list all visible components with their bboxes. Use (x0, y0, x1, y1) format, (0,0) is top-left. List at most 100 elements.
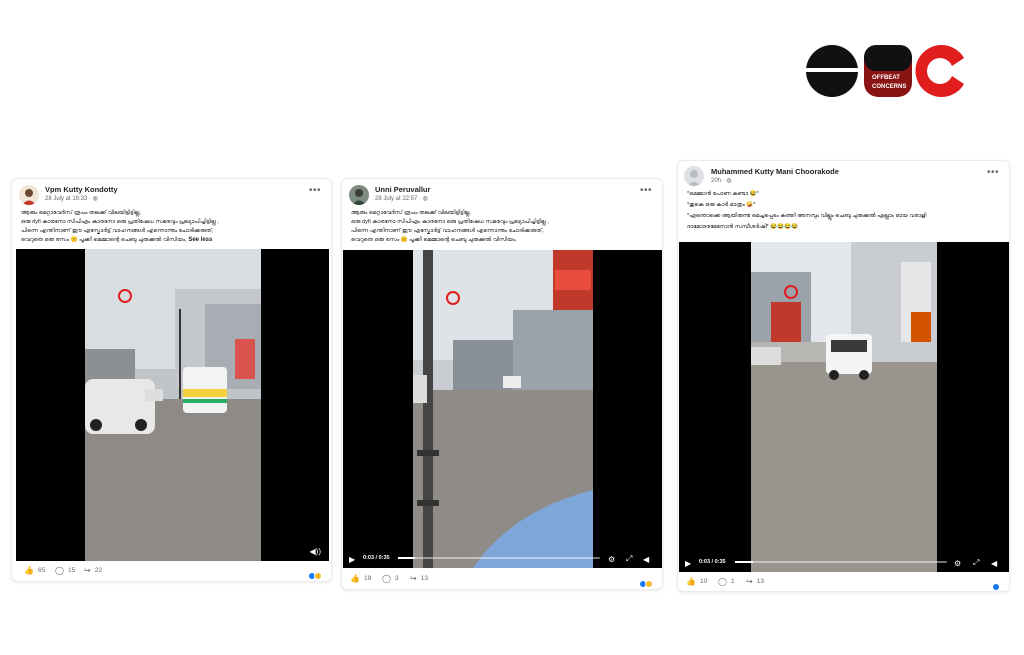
video-frame (85, 249, 261, 561)
video-progress-bar[interactable] (398, 557, 600, 559)
video-progress-bar[interactable] (735, 561, 947, 563)
comment-count: 1 (730, 578, 735, 585)
like-reaction-icon (992, 583, 1000, 591)
comment-icon: ◯ (382, 574, 391, 583)
fullscreen-icon[interactable]: ⤢ (973, 558, 979, 568)
caption-line: *തുകെ ഒരു കാർ മാത്രം 🤪* (687, 202, 756, 208)
volume-icon[interactable]: ◀ (643, 555, 649, 564)
caption-line: ഒരു dyfi കാരനോ സിപിഎം കാരനോ ഒരു പ്രതിഷേധ… (351, 219, 549, 225)
volume-icon[interactable]: ◀ (991, 559, 997, 568)
reactions[interactable] (992, 578, 1000, 591)
post-timestamp[interactable]: 20h · ◍ (711, 177, 732, 184)
fullscreen-icon[interactable]: ⤢ (626, 554, 632, 564)
post-header: Vpm Kutty Kondotty 28 July at 16:33 · ◍ … (12, 179, 331, 213)
comment-button[interactable]: ◯ 15 (55, 566, 75, 575)
caption-line: ആരും മെറ്റാവേർസ് രൂപം തലക്ക് വിലയിട്ടിട്… (351, 210, 471, 216)
video-progress-fill (735, 561, 754, 563)
like-icon: 👍 (686, 577, 696, 586)
post-caption: ആരും മെറ്റാവേർസ് രൂപം തലക്ക് വിലയിട്ടിട്… (21, 209, 323, 245)
see-less-link[interactable]: See less (188, 237, 212, 243)
logo-text-1: OFFBEAT (872, 75, 900, 81)
facebook-post-2: Unni Peruvallur 28 July at 22:57 · ◍ •••… (341, 178, 663, 590)
post-caption: *മെമ്മാൻ പോണ കണ്ടാ 😂* *തുകെ ഒരു കാർ മാത്… (687, 189, 1001, 233)
post-timestamp[interactable]: 28 July at 16:33 · ◍ (45, 195, 98, 202)
video-player[interactable]: ◀)) (16, 249, 329, 561)
share-button[interactable]: ↪ 13 (410, 574, 428, 583)
like-count: 19 (363, 575, 372, 582)
globe-icon: ◍ (92, 196, 98, 202)
comment-icon: ◯ (55, 566, 64, 575)
settings-icon[interactable]: ⚙ (954, 559, 961, 568)
share-icon: ↪ (84, 566, 91, 575)
volume-icon[interactable]: ◀)) (310, 547, 321, 556)
like-icon: 👍 (350, 574, 360, 583)
offbeat-concerns-logo: OFFBEAT CONCERNS (806, 44, 966, 98)
settings-icon[interactable]: ⚙ (608, 555, 615, 564)
timestamp-text: 28 July at 22:57 · (375, 196, 423, 202)
globe-icon: ◍ (422, 196, 428, 202)
caption-line: *മെമ്മാൻ പോണ കണ്ടാ 😂* (687, 191, 759, 197)
caption-text: വെറുതെ ഒരു രസം 🤫 പൂക്കി മെമ്മാന്റെ ചെബു … (21, 237, 187, 243)
share-icon: ↪ (746, 577, 753, 586)
post-header: Unni Peruvallur 28 July at 22:57 · ◍ ••• (342, 179, 662, 213)
video-frame (751, 242, 937, 572)
comment-count: 15 (67, 567, 76, 574)
more-options-icon[interactable]: ••• (309, 185, 321, 196)
video-player[interactable]: ▶ 0:03 / 0:35 ⚙ ⤢ ◀ (679, 242, 1009, 572)
caption-line: ആരും മെറ്റാവേർസ് രൂപം തലക്ക് വിലയിട്ടിട്… (21, 210, 141, 216)
share-button[interactable]: ↪ 22 (84, 566, 102, 575)
play-icon[interactable]: ▶ (349, 555, 355, 564)
post-timestamp[interactable]: 28 July at 22:57 · ◍ (375, 195, 428, 202)
more-options-icon[interactable]: ••• (987, 167, 999, 178)
share-count: 22 (94, 567, 102, 574)
reactions[interactable] (308, 567, 322, 581)
avatar[interactable] (684, 166, 704, 186)
like-button[interactable]: 👍 10 (686, 577, 707, 586)
comment-button[interactable]: ◯ 1 (718, 577, 735, 586)
haha-reaction-icon (314, 572, 322, 580)
post-footer: 👍 10 ◯ 1 ↪ 13 (678, 574, 1009, 591)
video-player[interactable]: ▶ 0:03 / 0:35 ⚙ ⤢ ◀ (343, 250, 662, 568)
reactions[interactable] (639, 575, 653, 589)
caption-line: പിന്നെ എന്തിനാണ് ഈ എസ്കോർട്ട് വാഹനങ്ങൾ എ… (21, 228, 214, 234)
post-footer: 👍 19 ◯ 3 ↪ 13 (342, 571, 662, 589)
caption-line: ദാമോദരമേനോൻ സമ്പീശർഷി* 😂😂😂😂 (687, 224, 799, 230)
share-button[interactable]: ↪ 13 (746, 577, 764, 586)
globe-icon: ◍ (726, 178, 732, 184)
caption-line: വെറുതെ ഒരു രസം 🤫 പൂക്കി മെമ്മാന്റെ ചെബു … (21, 236, 323, 245)
avatar[interactable] (349, 185, 369, 205)
like-count: 65 (37, 567, 46, 574)
timestamp-text: 28 July at 16:33 · (45, 196, 93, 202)
post-caption: ആരും മെറ്റാവേർസ് രൂപം തലക്ക് വിലയിട്ടിട്… (351, 209, 654, 245)
comment-count: 3 (394, 575, 399, 582)
like-button[interactable]: 👍 65 (24, 566, 45, 575)
video-progress-fill (398, 557, 416, 559)
caption-line: ഒരു dyfi കാരനോ സിപിഎം കാരനോ ഒരു പ്രതിഷേധ… (21, 219, 219, 225)
like-button[interactable]: 👍 19 (350, 574, 371, 583)
video-controls: ▶ 0:03 / 0:35 ⚙ ⤢ ◀ (343, 548, 662, 568)
comment-button[interactable]: ◯ 3 (382, 574, 399, 583)
caption-line: വെറുതെ ഒരു രസം 🤫 പൂക്കി മെമ്മാന്റെ ചെബു … (351, 237, 517, 243)
facebook-post-1: Vpm Kutty Kondotty 28 July at 16:33 · ◍ … (11, 178, 332, 582)
video-controls: ▶ 0:03 / 0:35 ⚙ ⤢ ◀ (679, 552, 1009, 572)
video-time: 0:03 / 0:35 (699, 559, 726, 565)
post-footer: 👍 65 ◯ 15 ↪ 22 (12, 563, 331, 581)
more-options-icon[interactable]: ••• (640, 185, 652, 196)
video-time: 0:03 / 0:35 (363, 555, 390, 561)
haha-reaction-icon (645, 580, 653, 588)
screenshot-canvas: OFFBEAT CONCERNS Vpm Kutty Kondotty 28 J… (0, 0, 1024, 655)
play-icon[interactable]: ▶ (685, 559, 691, 568)
avatar[interactable] (19, 185, 39, 205)
video-frame (413, 250, 593, 568)
author-name[interactable]: Vpm Kutty Kondotty (45, 185, 118, 194)
caption-line: പിന്നെ എന്തിനാണ് ഈ എസ്കോർട്ട് വാഹനങ്ങൾ എ… (351, 228, 544, 234)
share-icon: ↪ (410, 574, 417, 583)
timestamp-text: 20h · (711, 178, 727, 184)
author-name[interactable]: Muhammed Kutty Mani Choorakode (711, 167, 839, 176)
like-count: 10 (699, 578, 708, 585)
share-count: 13 (420, 575, 428, 582)
author-name[interactable]: Unni Peruvallur (375, 185, 430, 194)
like-icon: 👍 (24, 566, 34, 575)
logo-text-2: CONCERNS (872, 84, 906, 90)
comment-icon: ◯ (718, 577, 727, 586)
